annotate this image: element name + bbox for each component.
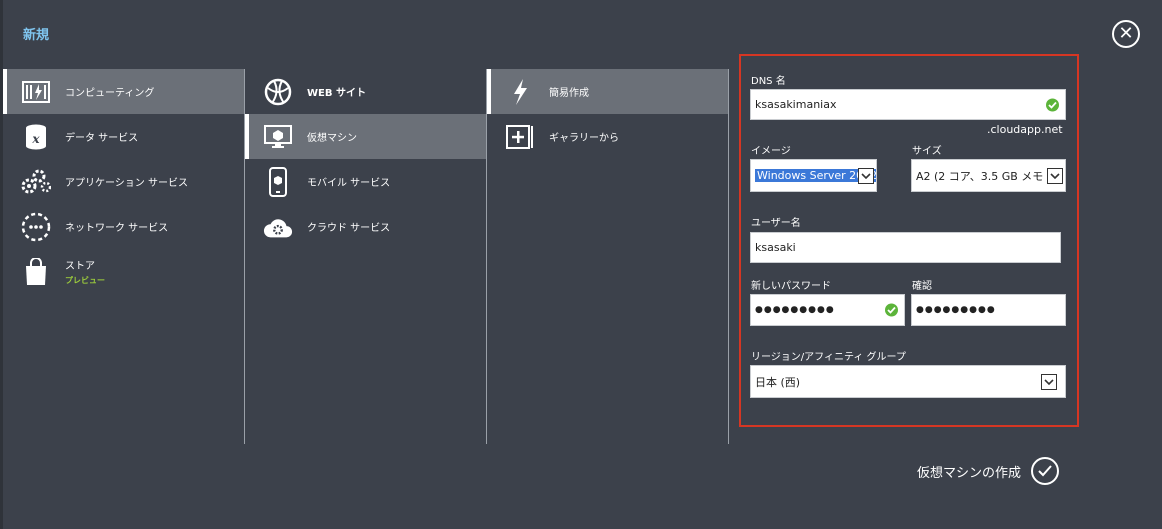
checkmark-icon — [1038, 465, 1052, 477]
add-box-icon — [505, 122, 535, 152]
category-label: ストア プレビュー — [65, 257, 105, 286]
category-store[interactable]: ストア プレビュー — [3, 249, 244, 294]
quick-create-form: DNS 名 ksasakimaniax .cloudapp.net イメージ W… — [739, 54, 1079, 427]
phone-icon — [263, 166, 293, 197]
database-icon: x — [21, 122, 51, 152]
valid-check-icon — [1046, 98, 1059, 111]
dns-name-value: ksasakimaniax — [755, 98, 837, 111]
page-title: 新規 — [23, 28, 50, 43]
create-vm-button[interactable] — [1031, 457, 1060, 485]
method-from-gallery[interactable]: ギャラリーから — [487, 114, 728, 159]
column-divider — [728, 69, 729, 444]
compute-label: クラウド サービス — [307, 223, 391, 234]
shopping-bag-icon — [21, 257, 51, 287]
compute-label: WEB サイト — [307, 88, 366, 99]
region-select[interactable]: 日本 (西) — [750, 365, 1066, 398]
chevron-down-icon[interactable] — [858, 167, 874, 184]
confirm-password-value: ●●●●●●●●● — [916, 305, 996, 315]
monitor-icon — [263, 122, 293, 152]
cloud-gear-icon — [263, 212, 293, 242]
category-label: コンピューティング — [65, 88, 155, 99]
close-button[interactable]: ✕ — [1112, 20, 1140, 48]
network-icon — [21, 212, 51, 242]
gears-icon — [21, 167, 51, 197]
vm-method-list: 簡易作成 ギャラリーから — [487, 69, 728, 444]
confirm-password-input[interactable]: ●●●●●●●●● — [911, 294, 1066, 326]
size-label: サイズ — [912, 146, 942, 157]
compute-virtual-machine[interactable]: 仮想マシン — [245, 114, 486, 159]
method-quick-create[interactable]: 簡易作成 — [487, 69, 728, 114]
category-label: アプリケーション サービス — [65, 178, 188, 189]
region-label: リージョン/アフィニティ グループ — [751, 352, 906, 363]
store-label: ストア — [65, 261, 95, 272]
size-select[interactable]: A2 (2 コア、3.5 GB メモリ — [911, 159, 1066, 192]
create-vm-label: 仮想マシンの作成 — [917, 465, 1022, 481]
category-compute[interactable]: コンピューティング — [3, 69, 244, 114]
globe-icon — [263, 77, 293, 107]
username-input[interactable]: ksasaki — [750, 232, 1061, 263]
create-vm-action[interactable]: 仮想マシンの作成 — [917, 457, 1060, 485]
category-label: データ サービス — [65, 133, 139, 144]
password-label: 新しいパスワード — [751, 281, 831, 292]
method-label: 簡易作成 — [549, 88, 589, 99]
username-value: ksasaki — [755, 241, 796, 254]
lightning-icon — [505, 77, 535, 107]
chevron-down-icon[interactable] — [1041, 373, 1057, 390]
region-value: 日本 (西) — [755, 375, 801, 389]
method-label: ギャラリーから — [549, 133, 619, 144]
preview-badge: プレビュー — [65, 276, 105, 285]
compute-list: WEB サイト 仮想マシン モバイル サービス クラウド サービス — [245, 69, 486, 444]
size-value: A2 (2 コア、3.5 GB メモリ — [916, 169, 1045, 183]
username-label: ユーザー名 — [751, 218, 801, 229]
password-input[interactable]: ●●●●●●●●● — [750, 294, 905, 326]
category-network-services[interactable]: ネットワーク サービス — [3, 204, 244, 249]
chevron-down-icon[interactable] — [1047, 167, 1063, 184]
dns-name-input[interactable]: ksasakimaniax — [750, 89, 1066, 120]
svg-text:x: x — [31, 132, 40, 146]
valid-check-icon — [885, 303, 898, 317]
close-icon: ✕ — [1118, 23, 1134, 44]
compute-label: 仮想マシン — [307, 133, 357, 144]
category-label: ネットワーク サービス — [65, 223, 169, 234]
image-label: イメージ — [751, 146, 791, 157]
category-data-services[interactable]: x データ サービス — [3, 114, 244, 159]
dns-name-label: DNS 名 — [751, 76, 786, 87]
compute-web-sites[interactable]: WEB サイト — [245, 69, 486, 114]
category-app-services[interactable]: アプリケーション サービス — [3, 159, 244, 204]
compute-icon — [21, 77, 51, 107]
compute-cloud-services[interactable]: クラウド サービス — [245, 204, 486, 249]
compute-mobile-services[interactable]: モバイル サービス — [245, 159, 486, 204]
password-value: ●●●●●●●●● — [755, 305, 835, 315]
compute-label: モバイル サービス — [307, 178, 391, 189]
image-select[interactable]: Windows Server 2012 — [750, 159, 877, 192]
confirm-label: 確認 — [912, 281, 932, 292]
dns-suffix: .cloudapp.net — [987, 123, 1063, 136]
category-list: コンピューティング x データ サービス アプリケーション サービス ネットワー… — [3, 69, 244, 444]
